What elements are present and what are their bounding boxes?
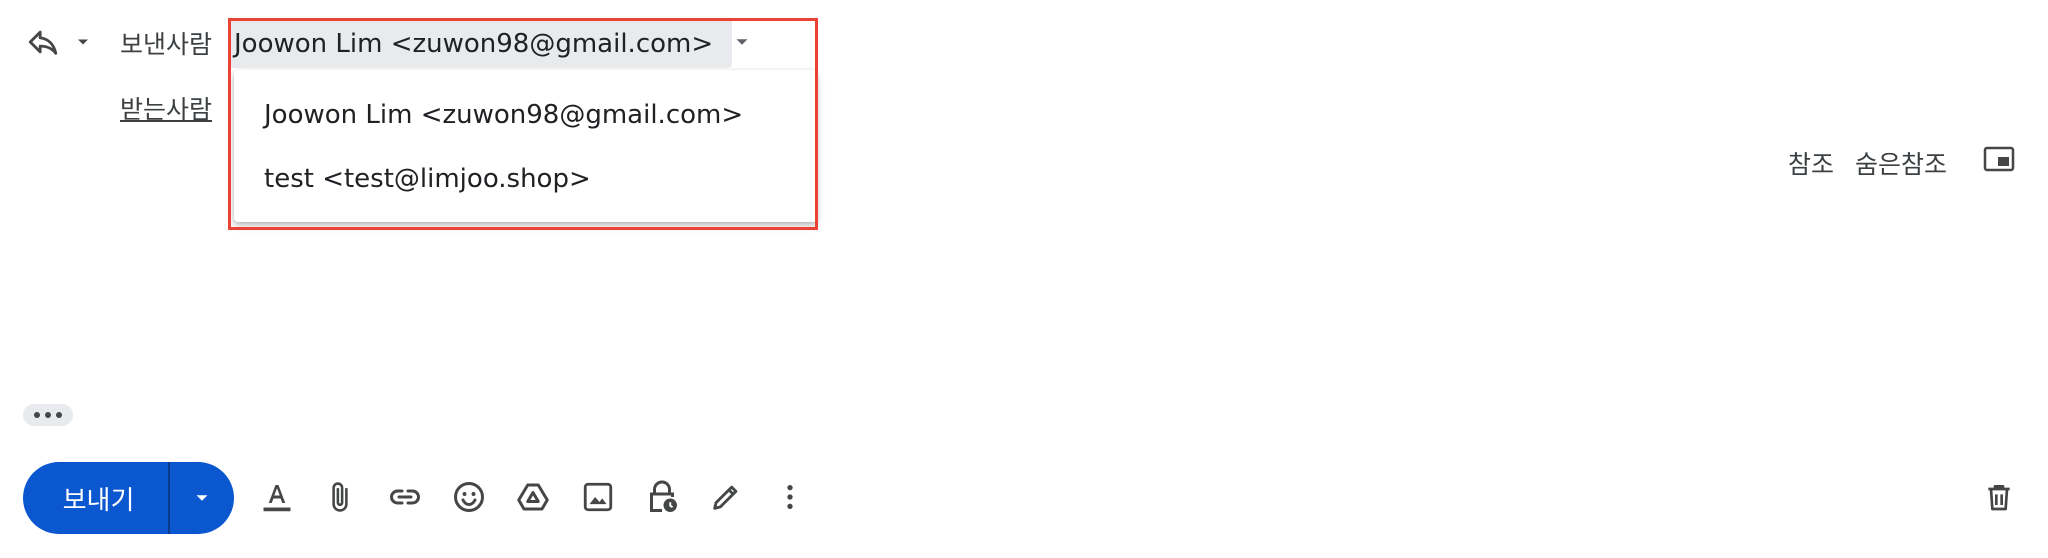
reply-caret-icon[interactable]	[68, 20, 98, 64]
from-option[interactable]: Joowon Lim <zuwon98@gmail.com>	[234, 84, 817, 146]
more-options-icon[interactable]	[768, 475, 812, 519]
from-select[interactable]: Joowon Lim <zuwon98@gmail.com>	[230, 19, 748, 68]
signature-icon[interactable]	[704, 475, 748, 519]
formatting-icon[interactable]	[255, 475, 299, 519]
photo-icon[interactable]	[576, 475, 620, 519]
cc-link[interactable]: 참조	[1788, 145, 1834, 181]
popout-icon[interactable]	[1977, 137, 2021, 181]
attach-icon[interactable]	[318, 475, 362, 519]
reply-icon[interactable]	[21, 20, 65, 64]
trash-icon[interactable]	[1977, 475, 2021, 519]
confidential-icon[interactable]	[640, 475, 684, 519]
emoji-icon[interactable]	[447, 475, 491, 519]
dot-icon	[34, 412, 40, 418]
send-options-button[interactable]	[170, 462, 234, 534]
from-label: 보낸사람	[120, 30, 213, 59]
show-trimmed-content-button[interactable]	[23, 404, 73, 426]
link-icon[interactable]	[383, 475, 427, 519]
to-label[interactable]: 받는사람	[120, 90, 212, 126]
chevron-down-icon	[731, 31, 753, 57]
from-dropdown-menu: Joowon Lim <zuwon98@gmail.com> test <tes…	[234, 70, 817, 222]
drive-icon[interactable]	[511, 475, 555, 519]
bcc-link[interactable]: 숨은참조	[1855, 145, 1947, 181]
dot-icon	[45, 412, 51, 418]
from-option[interactable]: test <test@limjoo.shop>	[234, 148, 817, 210]
send-button-group: 보내기	[23, 462, 234, 534]
send-button[interactable]: 보내기	[23, 462, 168, 534]
from-select-value: Joowon Lim <zuwon98@gmail.com>	[234, 28, 714, 59]
dot-icon	[56, 412, 62, 418]
